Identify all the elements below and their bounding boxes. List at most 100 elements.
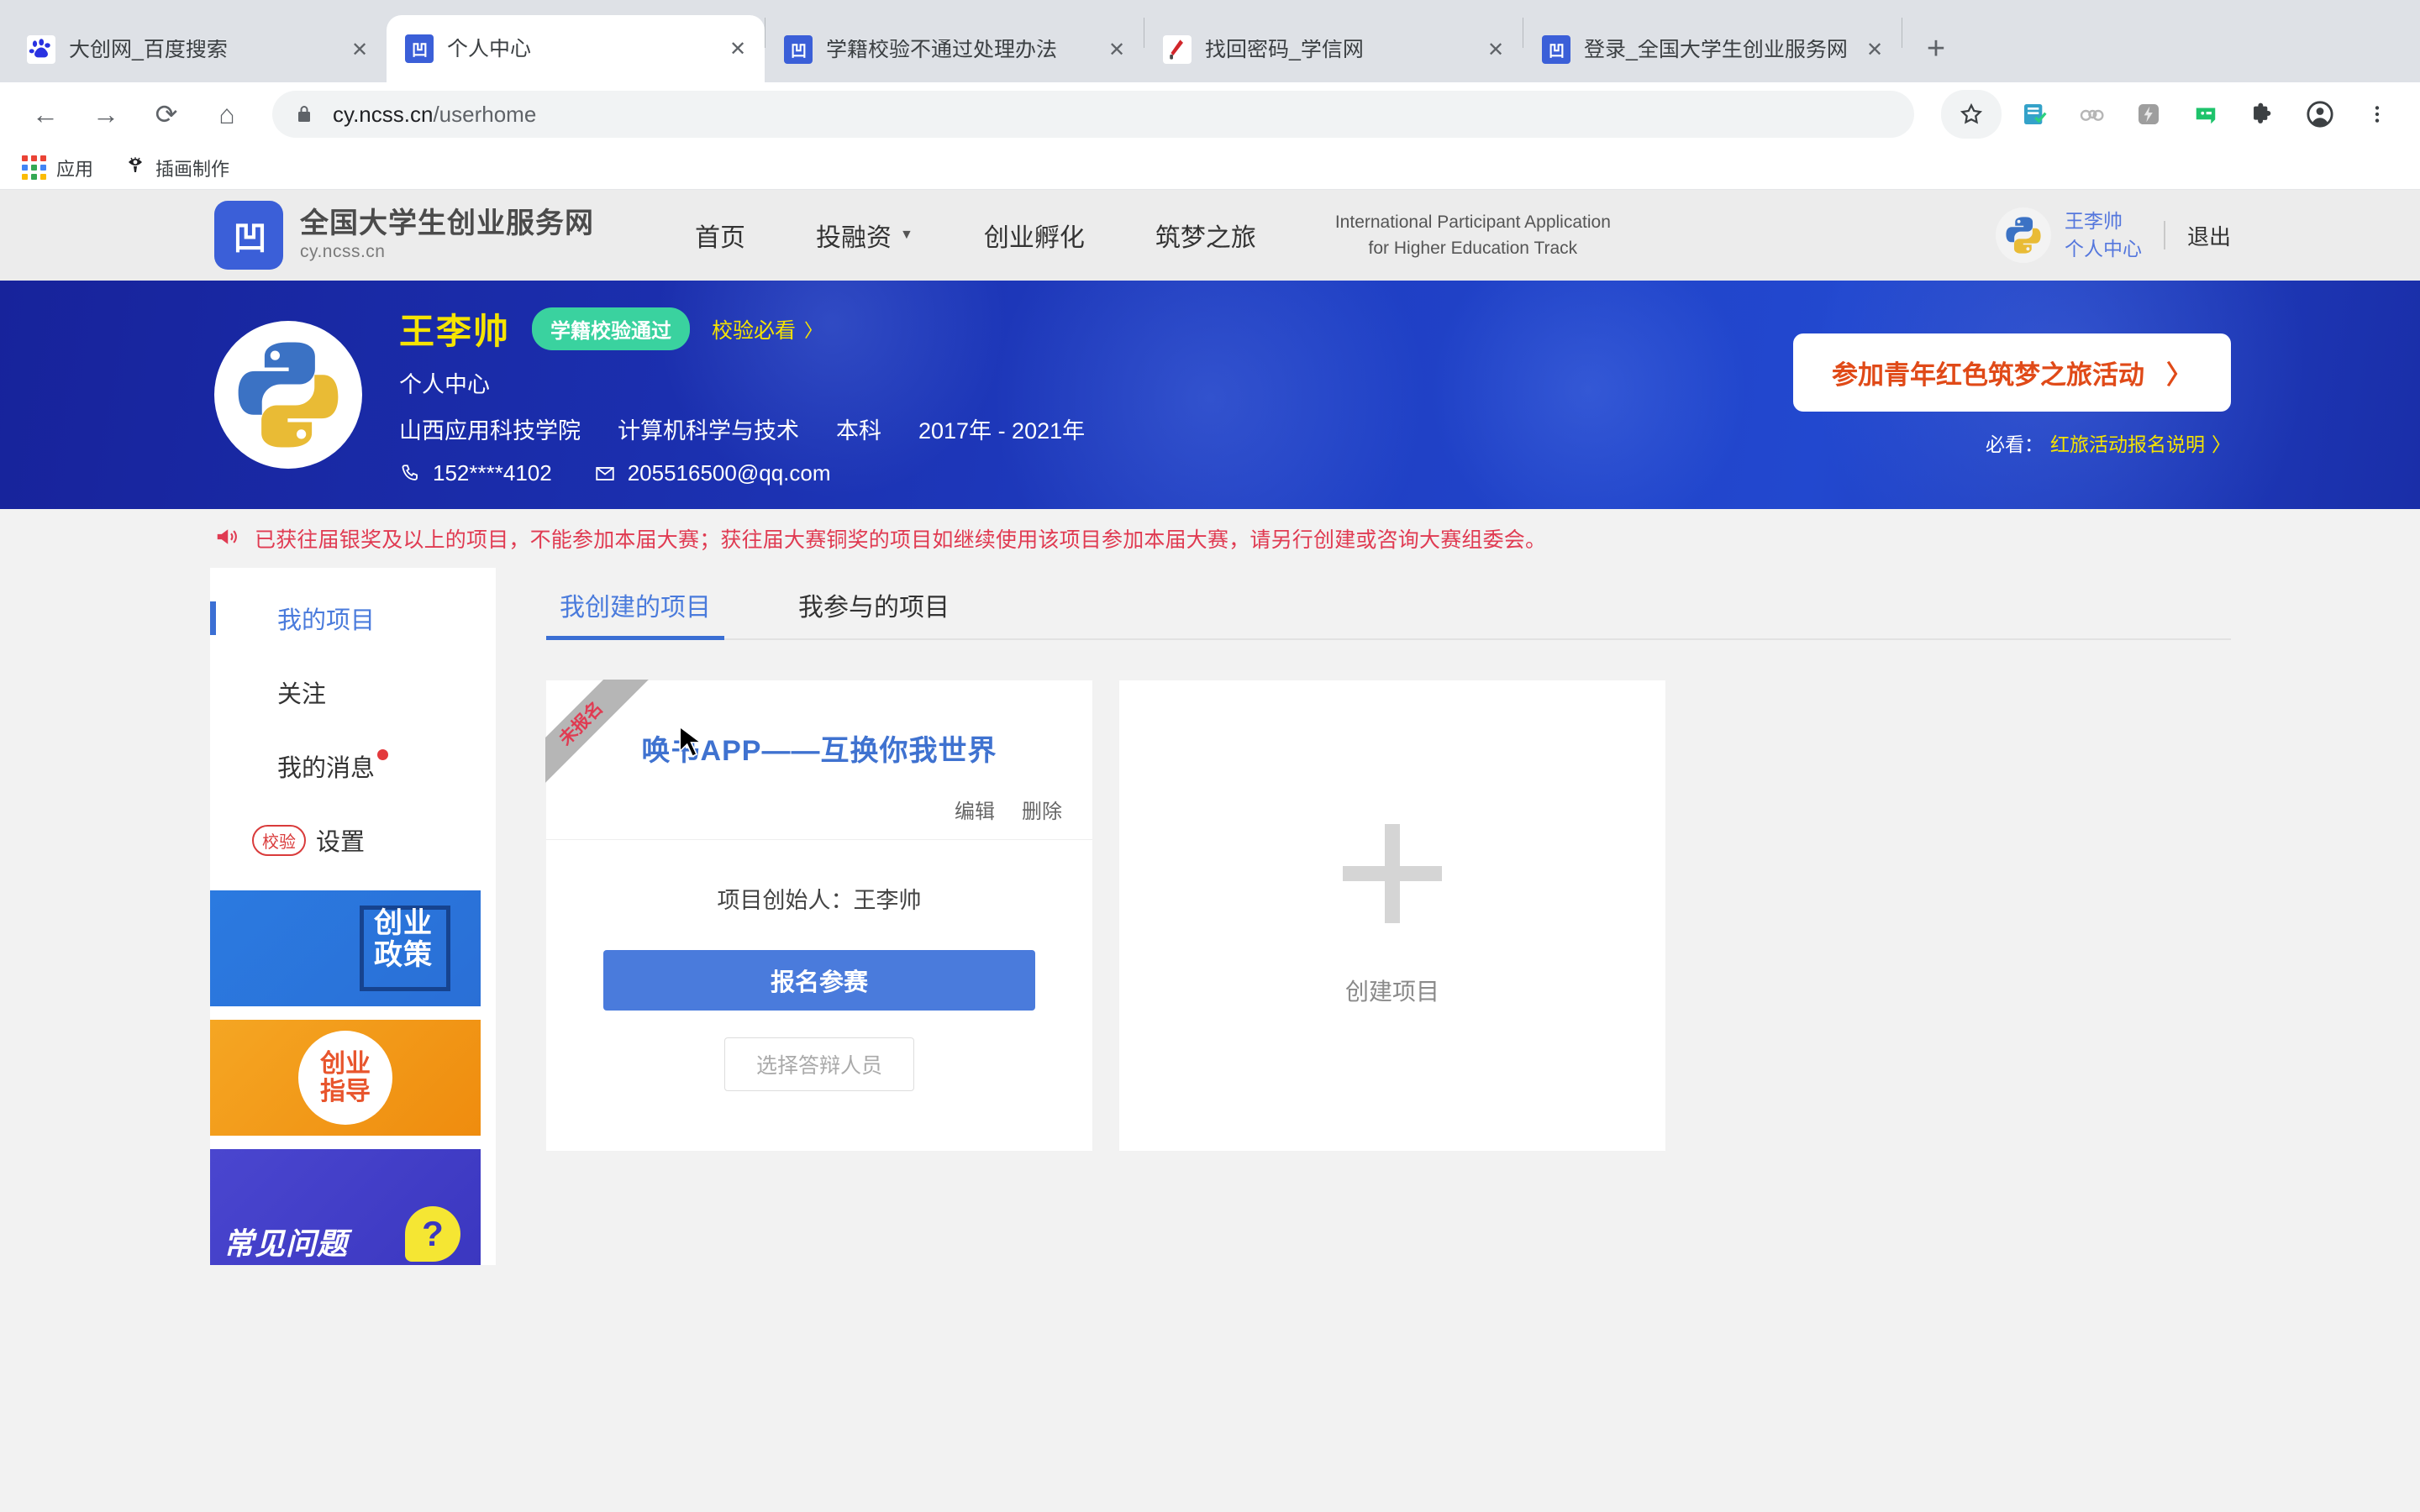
- browser-tab[interactable]: 大创网_百度搜索 ✕: [8, 17, 387, 82]
- nav-item-investment[interactable]: 投融资 ▼: [816, 217, 913, 254]
- divider: [2163, 221, 2165, 249]
- project-tabs: 我创建的项目 我参与的项目: [546, 568, 2231, 640]
- url-host: cy.ncss.cn: [333, 101, 434, 127]
- verification-must-see-link[interactable]: 校验必看 〉: [712, 314, 823, 344]
- project-founder: 项目创始人：王李帅: [546, 840, 1092, 915]
- profile-contact: 152****4102 205516500@qq.com: [399, 460, 1085, 486]
- python-logo-avatar[interactable]: [1995, 207, 2051, 263]
- close-icon[interactable]: ✕: [1860, 34, 1890, 65]
- new-tab-button[interactable]: +: [1912, 25, 1960, 72]
- notice-text: 已获往届银奖及以上的项目，不能参加本届大赛；获往届大赛铜奖的项目如继续使用该项目…: [255, 528, 1547, 552]
- ncss-icon: 凹: [1542, 35, 1570, 64]
- back-icon[interactable]: ←: [18, 87, 72, 141]
- bookmark-illustration[interactable]: 插画制作: [125, 155, 229, 181]
- notes-extension-icon[interactable]: [2010, 90, 2059, 139]
- sidebar-item-my-messages[interactable]: 我的消息: [210, 729, 496, 803]
- create-project-card[interactable]: 创建项目: [1119, 680, 1665, 1151]
- user-center-link: 个人中心: [2064, 238, 2142, 260]
- home-icon[interactable]: ⌂: [200, 87, 254, 141]
- chevron-right-icon: 〉: [2166, 360, 2192, 390]
- bookmark-apps[interactable]: 应用: [22, 155, 93, 181]
- user-links[interactable]: 王李帅 个人中心: [2065, 207, 2142, 264]
- banner-circle: 创业 指导: [298, 1031, 392, 1125]
- reload-icon[interactable]: ⟳: [139, 87, 193, 141]
- project-card: 未报名 唤书APP——互换你我世界 编辑 删除 项目创始人：王李帅 报名参赛 选…: [545, 680, 1092, 1151]
- browser-tab[interactable]: 凹 登录_全国大学生创业服务网 ✕: [1523, 17, 1902, 82]
- puzzle-extensions-icon[interactable]: [2238, 90, 2287, 139]
- user-name: 王李帅: [2064, 209, 2123, 232]
- select-defense-members-button[interactable]: 选择答辩人员: [724, 1037, 914, 1091]
- site-brand[interactable]: 凹 全国大学生创业服务网 cy.ncss.cn: [214, 201, 594, 270]
- url-path: /userhome: [433, 101, 537, 127]
- nav-item-home[interactable]: 首页: [695, 217, 745, 254]
- profile-years: 2017年 - 2021年: [918, 418, 1086, 444]
- sidebar-item-label: 我的项目: [277, 607, 376, 634]
- join-red-journey-button[interactable]: 参加青年红色筑梦之旅活动 〉: [1793, 333, 2231, 412]
- chrome-menu-icon[interactable]: [2353, 90, 2402, 139]
- tab-my-joined-projects[interactable]: 我参与的项目: [785, 586, 963, 638]
- intl-line-1: International Participant Application: [1334, 212, 1611, 232]
- close-icon[interactable]: ✕: [345, 34, 375, 65]
- forward-icon[interactable]: →: [79, 87, 133, 141]
- sidebar-item-label: 设置: [316, 829, 366, 856]
- edit-button[interactable]: 编辑: [955, 795, 995, 824]
- browser-tab-active[interactable]: 凹 个人中心 ✕: [387, 15, 765, 82]
- project-cards: 未报名 唤书APP——互换你我世界 编辑 删除 项目创始人：王李帅 报名参赛 选…: [545, 640, 2231, 1151]
- status-ribbon: 未报名: [545, 680, 655, 789]
- question-mark-icon: ?: [405, 1206, 460, 1262]
- bookmark-label: 应用: [56, 158, 94, 180]
- browser-toolbar: ← → ⟳ ⌂ cy.ncss.cn/userhome: [0, 82, 2420, 146]
- register-competition-button[interactable]: 报名参赛: [603, 950, 1035, 1011]
- logout-button[interactable]: 退出: [2187, 220, 2231, 251]
- lock-icon: [294, 104, 314, 124]
- ribbon-label: 未报名: [545, 680, 650, 789]
- sidebar-banner-guidance[interactable]: 创业 指导: [210, 1020, 481, 1136]
- toolbar-icons: [1933, 90, 2402, 139]
- flash-extension-icon[interactable]: [2124, 90, 2173, 139]
- apps-grid-icon: [22, 155, 46, 180]
- address-bar[interactable]: cy.ncss.cn/userhome: [272, 91, 1914, 138]
- main-panel: 我创建的项目 我参与的项目 未报名 唤书APP——互换你我世界 编辑 删除 项目…: [496, 568, 2420, 1265]
- profile-email-group: 205516500@qq.com: [594, 460, 831, 486]
- browser-window: 大创网_百度搜索 ✕ 凹 个人中心 ✕ 凹 学籍校验不通过处理办法 ✕ 找回密码…: [0, 0, 2420, 1512]
- nav-item-dream-journey[interactable]: 筑梦之旅: [1155, 217, 1256, 254]
- cta-label: 参加青年红色筑梦之旅活动: [1832, 360, 2144, 390]
- cta-sub-link-text: 红旅活动报名说明: [2050, 433, 2205, 455]
- sidebar-banner-policy[interactable]: 创业 政策: [210, 890, 481, 1006]
- cta-sub-link[interactable]: 必看： 红旅活动报名说明 〉: [1793, 428, 2231, 457]
- project-card-header: 未报名 唤书APP——互换你我世界 编辑 删除: [545, 680, 1092, 840]
- sidebar-item-following[interactable]: 关注: [210, 655, 496, 729]
- profile-email: 205516500@qq.com: [627, 460, 831, 486]
- browser-tab[interactable]: 找回密码_学信网 ✕: [1144, 17, 1523, 82]
- sidebar-item-settings[interactable]: 校验 设置: [210, 803, 496, 877]
- profile-avatar-icon[interactable]: [2296, 90, 2344, 139]
- status-badge: 学籍校验通过: [532, 307, 691, 350]
- project-actions: 编辑 删除: [955, 795, 1062, 824]
- close-icon[interactable]: ✕: [1481, 34, 1511, 65]
- sidebar-item-label: 关注: [277, 681, 327, 708]
- tab-my-created-projects[interactable]: 我创建的项目: [546, 586, 724, 640]
- founder-name: 王李帅: [853, 888, 922, 913]
- browser-tab[interactable]: 凹 学籍校验不通过处理办法 ✕: [765, 17, 1144, 82]
- sidebar-banner-faq[interactable]: 常见问题 ?: [210, 1149, 481, 1265]
- delete-button[interactable]: 删除: [1022, 795, 1062, 824]
- founder-label: 项目创始人：: [717, 888, 854, 913]
- site-header: 凹 全国大学生创业服务网 cy.ncss.cn 首页 投融资 ▼ 创业孵化 筑梦之…: [0, 190, 2420, 281]
- bookmark-star-icon[interactable]: [1941, 90, 2002, 139]
- user-area: 王李帅 个人中心 退出: [1995, 207, 2420, 264]
- megaphone-icon: [214, 524, 239, 554]
- profile-info: 王李帅 学籍校验通过 校验必看 〉 个人中心 山西应用科技学院 计算机科学与技术…: [399, 303, 1085, 486]
- close-icon[interactable]: ✕: [723, 34, 753, 64]
- ncss-icon: 凹: [784, 35, 813, 64]
- nav-item-incubation[interactable]: 创业孵化: [984, 217, 1085, 254]
- profile-school: 山西应用科技学院: [399, 418, 581, 444]
- close-icon[interactable]: ✕: [1102, 34, 1132, 65]
- sidebar-item-my-projects[interactable]: 我的项目: [210, 581, 496, 655]
- messages-extension-icon[interactable]: [2181, 90, 2230, 139]
- tab-title: 找回密码_学信网: [1205, 39, 1364, 60]
- rings-extension-icon[interactable]: [2067, 90, 2116, 139]
- python-logo-avatar: [214, 321, 362, 469]
- url-text: cy.ncss.cn/userhome: [333, 102, 536, 128]
- nav-item-international[interactable]: International Participant Application fo…: [1335, 209, 1611, 262]
- site-domain: cy.ncss.cn: [300, 241, 386, 261]
